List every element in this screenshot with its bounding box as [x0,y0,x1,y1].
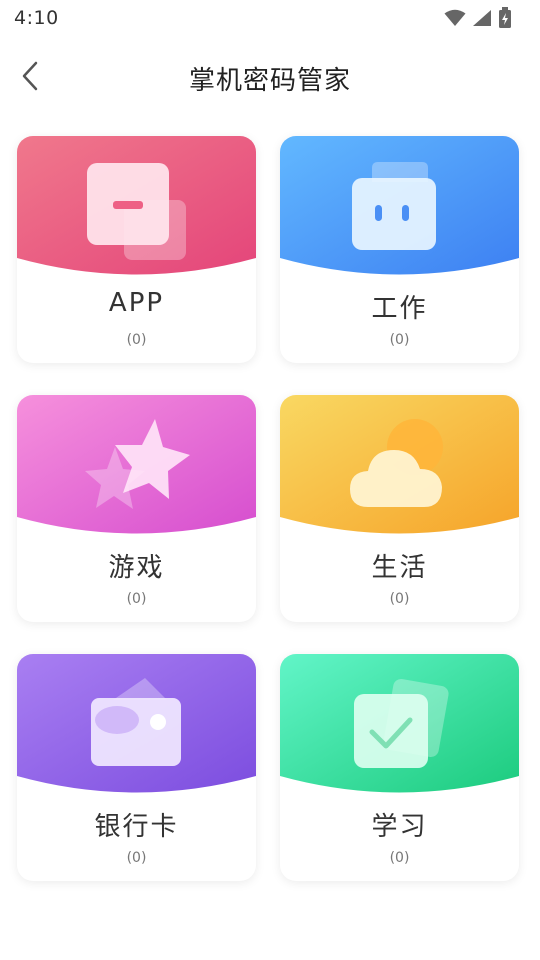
card-header [17,136,256,276]
category-card-bank-card[interactable]: 银行卡 (0) [17,654,256,881]
status-time: 4:10 [14,7,59,29]
card-header [280,136,519,276]
page-title: 掌机密码管家 [188,66,351,96]
category-label: 工作 [371,294,428,324]
category-count: (0) [389,850,410,866]
status-bar: 4:10 [0,0,540,36]
checklist-icon [354,678,449,768]
category-label: 游戏 [108,553,165,583]
battery-charging-icon [498,7,512,29]
card-header [280,654,519,794]
status-icons [444,7,512,29]
app-window-icon [87,163,186,260]
card-header [17,395,256,535]
category-card-study[interactable]: 学习 (0) [280,654,519,881]
category-count: (0) [126,850,147,866]
card-header [17,654,256,794]
cloud-sun-icon [350,419,443,507]
category-card-app[interactable]: APP (0) [17,136,256,363]
category-count: (0) [389,591,410,607]
briefcase-icon [352,162,436,250]
category-label: APP [108,288,165,318]
category-count: (0) [126,591,147,607]
category-card-life[interactable]: 生活 (0) [280,395,519,622]
category-label: 银行卡 [94,812,179,842]
category-card-work[interactable]: 工作 (0) [280,136,519,363]
wifi-icon [444,9,466,27]
category-card-games[interactable]: 游戏 (0) [17,395,256,622]
app-bar: 掌机密码管家 [0,48,540,108]
category-count: (0) [389,332,410,348]
wallet-card-icon [91,678,181,766]
card-header [280,395,519,535]
category-label: 生活 [371,553,428,583]
star-icon [85,419,190,509]
signal-icon [472,9,492,27]
category-count: (0) [126,332,147,348]
category-label: 学习 [371,812,428,842]
